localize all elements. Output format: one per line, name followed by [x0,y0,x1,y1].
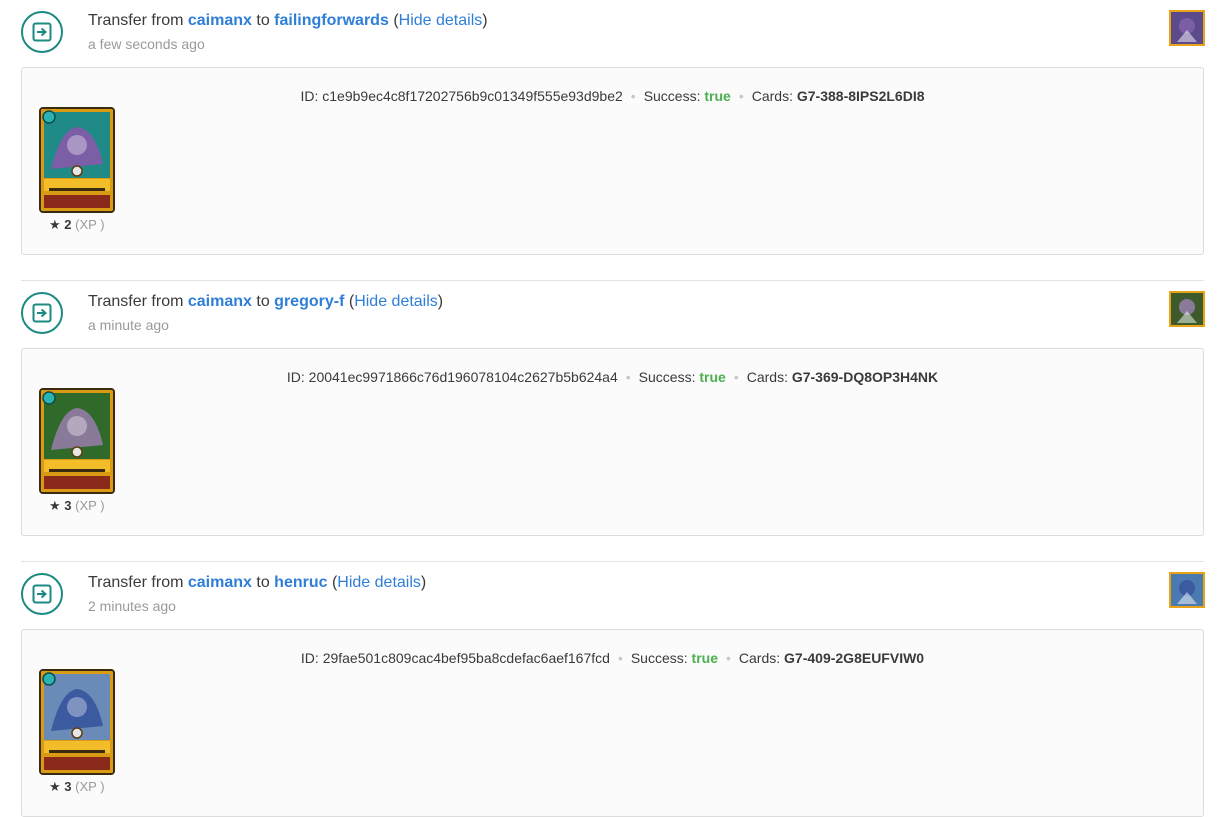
cards-label: Cards: [738,650,781,666]
card-image[interactable] [39,107,115,213]
transfer-summary: Transfer from caimanx to gregory-f (Hide… [88,292,443,312]
card-level: ★ 3 (XP ) [49,779,105,795]
hide-details-link[interactable]: Hide details [354,293,438,310]
star-icon: ★ [49,779,61,794]
card-uid: G7-388-8IPS2L6DI8 [796,88,925,104]
xp-label: (XP ) [75,779,105,794]
card-thumbnail[interactable] [1169,291,1205,327]
summary-prefix: Transfer from [88,12,184,29]
level-value: 3 [64,779,72,794]
transfer-entry: Transfer from caimanx to failingforwards… [0,0,1224,280]
separator-dot: • [625,369,631,385]
id-label: ID: [300,88,319,104]
to-user-link[interactable]: henruc [274,574,327,591]
separator-dot: • [726,650,731,666]
timestamp: 2 minutes ago [88,598,176,614]
cards-label: Cards: [751,88,793,104]
from-user-link[interactable]: caimanx [188,574,252,591]
summary-prefix: Transfer from [88,293,184,310]
transaction-id: c1e9b9ec4c8f17202756b9c01349f555e93d9be2 [322,88,623,104]
separator-dot: • [733,369,739,385]
transfer-meta: ID: 29fae501c809cac4bef95ba8cdefac6aef16… [22,650,1203,666]
to-user-link[interactable]: gregory-f [274,293,344,310]
transfer-arrow-icon [21,11,63,53]
id-label: ID: [286,369,305,385]
card-image[interactable] [39,669,115,775]
transfer-arrow-icon [21,573,63,615]
success-label: Success: [643,88,701,104]
card-thumbnail[interactable] [1169,10,1205,46]
card-uid: G7-369-DQ8OP3H4NK [791,369,939,385]
star-icon: ★ [49,498,61,513]
details-panel: ID: c1e9b9ec4c8f17202756b9c01349f555e93d… [21,67,1204,255]
level-value: 2 [64,217,72,232]
hide-details-link[interactable]: Hide details [337,574,421,591]
card-level: ★ 2 (XP ) [49,217,105,233]
card-uid: G7-409-2G8EUFVIW0 [784,650,925,666]
success-label: Success: [638,369,696,385]
transaction-id: 29fae501c809cac4bef95ba8cdefac6aef167fcd [322,650,610,666]
separator-dot: • [630,88,636,104]
separator-dot: • [738,88,744,104]
level-value: 3 [64,498,72,513]
id-label: ID: [300,650,319,666]
separator-dot: • [617,650,623,666]
details-panel: ID: 29fae501c809cac4bef95ba8cdefac6aef16… [21,629,1204,817]
summary-to-word: to [256,293,270,310]
xp-label: (XP ) [75,217,105,232]
transaction-id: 20041ec9971866c76d196078104c2627b5b624a4 [308,369,618,385]
cards-label: Cards: [746,369,788,385]
to-user-link[interactable]: failingforwards [274,12,389,29]
transfer-summary: Transfer from caimanx to henruc (Hide de… [88,573,426,593]
timestamp: a few seconds ago [88,36,205,52]
from-user-link[interactable]: caimanx [188,12,252,29]
summary-to-word: to [256,12,270,29]
hide-details-link[interactable]: Hide details [399,12,483,29]
from-user-link[interactable]: caimanx [188,293,252,310]
card-level: ★ 3 (XP ) [49,498,105,514]
success-value: true [691,650,718,666]
timestamp: a minute ago [88,317,169,333]
paren-close: ) [420,574,427,591]
summary-to-word: to [256,574,270,591]
details-panel: ID: 20041ec9971866c76d196078104c2627b5b6… [21,348,1204,536]
success-value: true [699,369,726,385]
paren-close: ) [437,293,444,310]
transfer-meta: ID: 20041ec9971866c76d196078104c2627b5b6… [22,369,1203,385]
card-thumbnail[interactable] [1169,572,1205,608]
success-label: Success: [630,650,688,666]
success-value: true [704,88,731,104]
transfer-entry: Transfer from caimanx to gregory-f (Hide… [0,281,1224,561]
transfer-feed: Transfer from caimanx to failingforwards… [0,0,1224,817]
transfer-entry: Transfer from caimanx to henruc (Hide de… [0,562,1224,817]
transfer-meta: ID: c1e9b9ec4c8f17202756b9c01349f555e93d… [22,88,1203,104]
card-image[interactable] [39,388,115,494]
transfer-summary: Transfer from caimanx to failingforwards… [88,11,488,31]
summary-prefix: Transfer from [88,574,184,591]
transfer-arrow-icon [21,292,63,334]
paren-close: ) [482,12,488,29]
xp-label: (XP ) [75,498,105,513]
star-icon: ★ [49,217,61,232]
